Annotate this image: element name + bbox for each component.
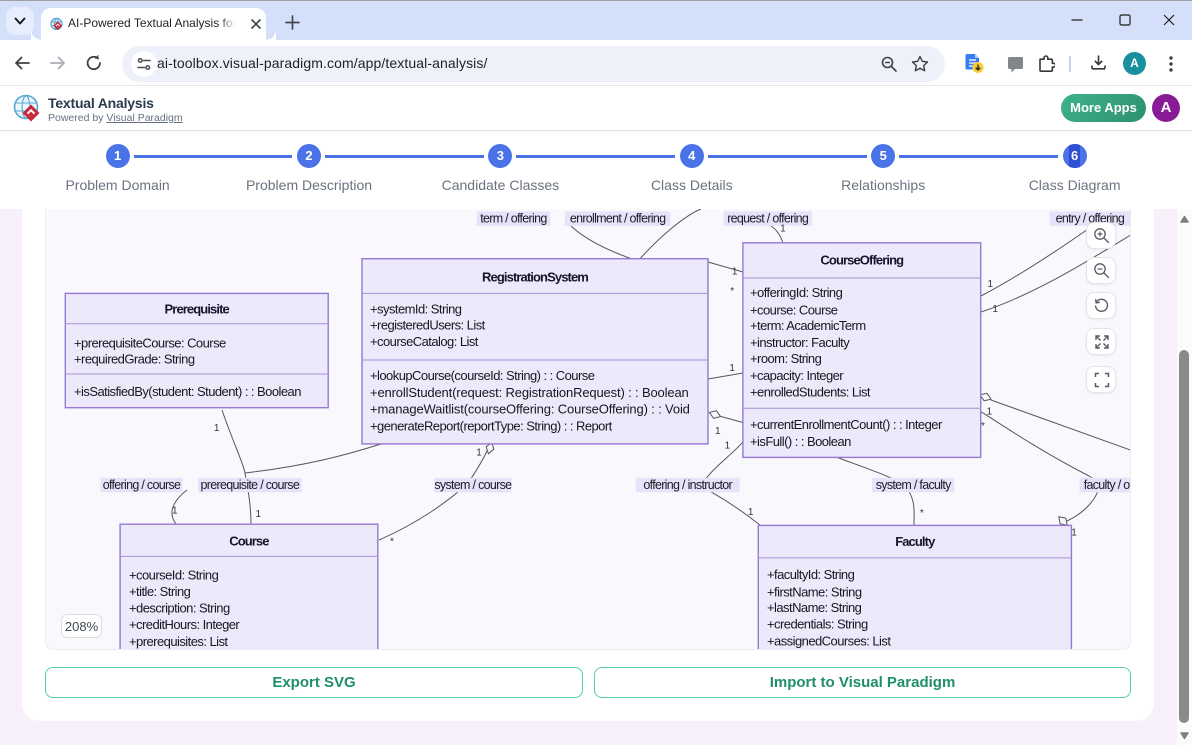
svg-text:+isSatisfiedBy(student: Studen: +isSatisfiedBy(student: Student) : : Boo…: [74, 384, 301, 399]
svg-text:+capacity: Integer: +capacity: Integer: [750, 368, 844, 383]
svg-text:offering / instructor: offering / instructor: [643, 478, 732, 492]
svg-text:1: 1: [987, 407, 993, 418]
svg-text:+enrollStudent(request: Regist: +enrollStudent(request: RegistrationRequ…: [370, 385, 689, 400]
svg-text:Faculty: Faculty: [895, 534, 936, 549]
svg-text:+creditHours: Integer: +creditHours: Integer: [129, 617, 240, 632]
svg-text:+prerequisites: List: +prerequisites: List: [129, 634, 228, 649]
svg-text:system / course: system / course: [434, 478, 512, 492]
svg-text:+enrolledStudents: List: +enrolledStudents: List: [750, 384, 871, 399]
svg-text:1: 1: [732, 267, 738, 278]
svg-text:1: 1: [729, 363, 735, 374]
svg-text:+lookupCourse(courseId: String: +lookupCourse(courseId: String) : : Cour…: [370, 368, 595, 383]
svg-text:1: 1: [172, 506, 178, 517]
svg-text:1: 1: [988, 279, 994, 290]
svg-text:faculty / of: faculty / of: [1084, 478, 1131, 492]
svg-text:RegistrationSystem: RegistrationSystem: [482, 270, 588, 285]
svg-text:+title: String: +title: String: [129, 584, 191, 599]
svg-text:+currentEnrollmentCount() : :: +currentEnrollmentCount() : : Integer: [750, 417, 943, 432]
svg-text:system / faculty: system / faculty: [876, 478, 952, 492]
svg-text:enrollment / offering: enrollment / offering: [570, 212, 666, 226]
svg-text:+firstName: String: +firstName: String: [767, 585, 862, 600]
svg-text:request / offering: request / offering: [727, 212, 809, 226]
svg-text:1: 1: [256, 509, 262, 520]
svg-text:CourseOffering: CourseOffering: [820, 253, 904, 268]
svg-text:1: 1: [1071, 528, 1077, 539]
svg-text:+registeredUsers: List: +registeredUsers: List: [370, 318, 486, 333]
svg-text:+generateReport(reportType: St: +generateReport(reportType: String) : : …: [370, 418, 613, 433]
svg-text:Prerequisite: Prerequisite: [165, 302, 230, 317]
svg-text:+courseId: String: +courseId: String: [129, 568, 219, 583]
svg-text:+description: String: +description: String: [129, 600, 230, 615]
svg-text:1: 1: [214, 423, 220, 434]
svg-text:1: 1: [780, 223, 786, 234]
svg-text:*: *: [981, 421, 985, 432]
svg-text:+manageWaitlist(courseOffering: +manageWaitlist(courseOffering: CourseOf…: [370, 402, 690, 417]
svg-text:offering / course: offering / course: [103, 478, 181, 492]
svg-text:1: 1: [992, 304, 998, 315]
svg-text:+isFull() : : Boolean: +isFull() : : Boolean: [750, 434, 851, 449]
svg-text:1: 1: [476, 448, 482, 459]
svg-text:+instructor: Faculty: +instructor: Faculty: [750, 335, 850, 350]
svg-text:+course: Course: +course: Course: [750, 302, 838, 317]
svg-text:+term: AcademicTerm: +term: AcademicTerm: [750, 318, 866, 333]
svg-text:term / offering: term / offering: [480, 212, 547, 226]
svg-text:1: 1: [725, 440, 731, 451]
svg-text:1: 1: [748, 507, 754, 518]
svg-text:+courseCatalog: List: +courseCatalog: List: [370, 334, 479, 349]
svg-text:+systemId: String: +systemId: String: [370, 302, 462, 317]
svg-text:+requiredGrade: String: +requiredGrade: String: [74, 352, 195, 367]
svg-text:+room: String: +room: String: [750, 351, 822, 366]
svg-text:prerequisite / course: prerequisite / course: [201, 478, 300, 492]
svg-text:+facultyId: String: +facultyId: String: [767, 567, 855, 582]
svg-text:+lastName: String: +lastName: String: [767, 600, 862, 615]
svg-text:1: 1: [715, 426, 721, 437]
svg-text:*: *: [730, 286, 734, 297]
svg-text:Course: Course: [229, 534, 269, 549]
svg-text:*: *: [390, 536, 394, 547]
svg-text:+prerequisiteCourse: Course: +prerequisiteCourse: Course: [74, 336, 226, 351]
svg-text:*: *: [920, 508, 924, 519]
svg-text:+credentials: String: +credentials: String: [767, 617, 868, 632]
svg-text:+offeringId: String: +offeringId: String: [750, 285, 843, 300]
svg-text:+assignedCourses: List: +assignedCourses: List: [767, 633, 891, 648]
